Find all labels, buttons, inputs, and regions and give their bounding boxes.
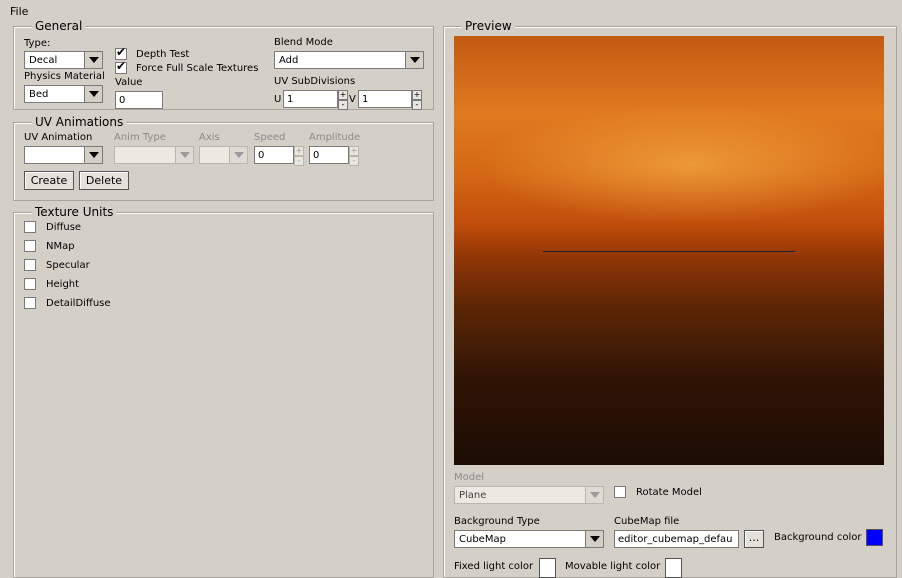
rotate-model-checkbox[interactable] [614, 486, 626, 498]
texture-unit-label: Diffuse [46, 222, 82, 233]
amplitude-spinbox[interactable]: 0 + - [309, 146, 359, 166]
depth-test-label: Depth Test [136, 49, 190, 60]
chevron-down-icon[interactable] [585, 531, 603, 547]
chevron-down-icon[interactable] [175, 147, 193, 163]
chevron-down-icon[interactable] [84, 86, 102, 102]
model-value: Plane [459, 490, 487, 501]
spin-down-icon[interactable]: - [349, 156, 359, 166]
preview-plane-line [543, 251, 795, 252]
spin-up-icon[interactable]: + [349, 146, 359, 156]
spin-up-icon[interactable]: + [294, 146, 304, 156]
texture-unit-checkbox[interactable] [24, 221, 36, 233]
background-type-label: Background Type [454, 516, 540, 527]
uv-subdivisions-label: UV SubDivisions [274, 76, 356, 87]
u-label: U [274, 94, 282, 105]
texture-unit-label: NMap [46, 241, 75, 252]
movable-light-color-swatch[interactable] [665, 558, 682, 578]
physics-material-label: Physics Material [24, 71, 105, 82]
rotate-model-label: Rotate Model [636, 487, 702, 498]
v-spinbox[interactable]: 1 + - [358, 90, 422, 110]
texture-unit-checkbox[interactable] [24, 259, 36, 271]
value-label: Value [115, 77, 143, 88]
create-button[interactable]: Create [24, 171, 74, 190]
movable-light-color-label: Movable light color [565, 561, 661, 572]
value-input-text: 0 [119, 95, 126, 106]
anim-type-combobox[interactable] [114, 146, 194, 164]
type-value: Decal [29, 55, 58, 66]
type-combobox[interactable]: Decal [24, 51, 103, 69]
speed-spinbox-field[interactable]: 0 [254, 146, 294, 164]
menu-file[interactable]: File [10, 5, 28, 18]
axis-combobox[interactable] [199, 146, 248, 164]
texture-unit-checkbox[interactable] [24, 240, 36, 252]
spin-down-icon[interactable]: - [412, 100, 422, 110]
speed-spinbox[interactable]: 0 + - [254, 146, 304, 166]
background-type-combobox[interactable]: CubeMap [454, 530, 604, 548]
chevron-down-icon[interactable] [84, 147, 102, 163]
background-type-value: CubeMap [459, 534, 506, 545]
texture-unit-checkbox[interactable] [24, 297, 36, 309]
chevron-down-icon[interactable] [405, 52, 423, 68]
amplitude-spin-buttons[interactable]: + - [349, 146, 359, 166]
background-color-label: Background color [774, 532, 862, 543]
uv-animation-combobox[interactable] [24, 146, 103, 164]
texture-unit-label: Height [46, 279, 80, 290]
value-input[interactable]: 0 [115, 91, 163, 109]
background-color-swatch[interactable] [866, 529, 883, 546]
v-label: V [349, 94, 356, 105]
spin-down-icon[interactable]: - [294, 156, 304, 166]
preview-title: Preview [462, 19, 515, 33]
speed-value: 0 [258, 150, 265, 161]
u-spinbox-field[interactable]: 1 [283, 90, 338, 108]
force-full-scale-label: Force Full Scale Textures [136, 63, 259, 74]
chevron-down-icon[interactable] [585, 487, 603, 503]
cubemap-file-input[interactable]: editor_cubemap_defau [614, 530, 739, 548]
general-group-title: General [32, 19, 86, 33]
texture-unit-label: Specular [46, 260, 90, 271]
speed-label: Speed [254, 132, 286, 143]
force-full-scale-checkbox[interactable] [115, 59, 127, 74]
uv-animations-title: UV Animations [32, 115, 127, 129]
delete-button[interactable]: Delete [79, 171, 129, 190]
v-value: 1 [362, 94, 369, 105]
texture-unit-label: DetailDiffuse [46, 298, 111, 309]
type-label: Type: [24, 38, 51, 49]
spin-up-icon[interactable]: + [412, 90, 422, 100]
v-spin-buttons[interactable]: + - [412, 90, 422, 110]
speed-spin-buttons[interactable]: + - [294, 146, 304, 166]
blend-mode-combobox[interactable]: Add [274, 51, 424, 69]
texture-units-title: Texture Units [32, 205, 117, 219]
amplitude-value: 0 [313, 150, 320, 161]
spin-down-icon[interactable]: - [338, 100, 348, 110]
u-spin-buttons[interactable]: + - [338, 90, 348, 110]
amplitude-label: Amplitude [309, 132, 361, 143]
menu-bar: File [0, 0, 902, 18]
spin-up-icon[interactable]: + [338, 90, 348, 100]
u-value: 1 [287, 94, 294, 105]
model-combobox[interactable]: Plane [454, 486, 604, 504]
browse-cubemap-button[interactable]: ... [744, 530, 764, 548]
chevron-down-icon[interactable] [84, 52, 102, 68]
cubemap-file-value: editor_cubemap_defau [618, 534, 733, 545]
chevron-down-icon[interactable] [229, 147, 247, 163]
uv-animation-label: UV Animation [24, 132, 93, 143]
u-spinbox[interactable]: 1 + - [283, 90, 348, 110]
blend-mode-label: Blend Mode [274, 37, 333, 48]
v-spinbox-field[interactable]: 1 [358, 90, 412, 108]
anim-type-label: Anim Type [114, 132, 166, 143]
axis-label: Axis [199, 132, 220, 143]
fixed-light-color-label: Fixed light color [454, 561, 534, 572]
model-label: Model [454, 472, 485, 483]
blend-mode-value: Add [279, 55, 299, 66]
physics-material-combobox[interactable]: Bed [24, 85, 103, 103]
preview-viewport[interactable] [454, 36, 884, 465]
texture-unit-checkbox[interactable] [24, 278, 36, 290]
fixed-light-color-swatch[interactable] [539, 558, 556, 578]
physics-material-value: Bed [29, 89, 49, 100]
cubemap-file-label: CubeMap file [614, 516, 680, 527]
amplitude-spinbox-field[interactable]: 0 [309, 146, 349, 164]
